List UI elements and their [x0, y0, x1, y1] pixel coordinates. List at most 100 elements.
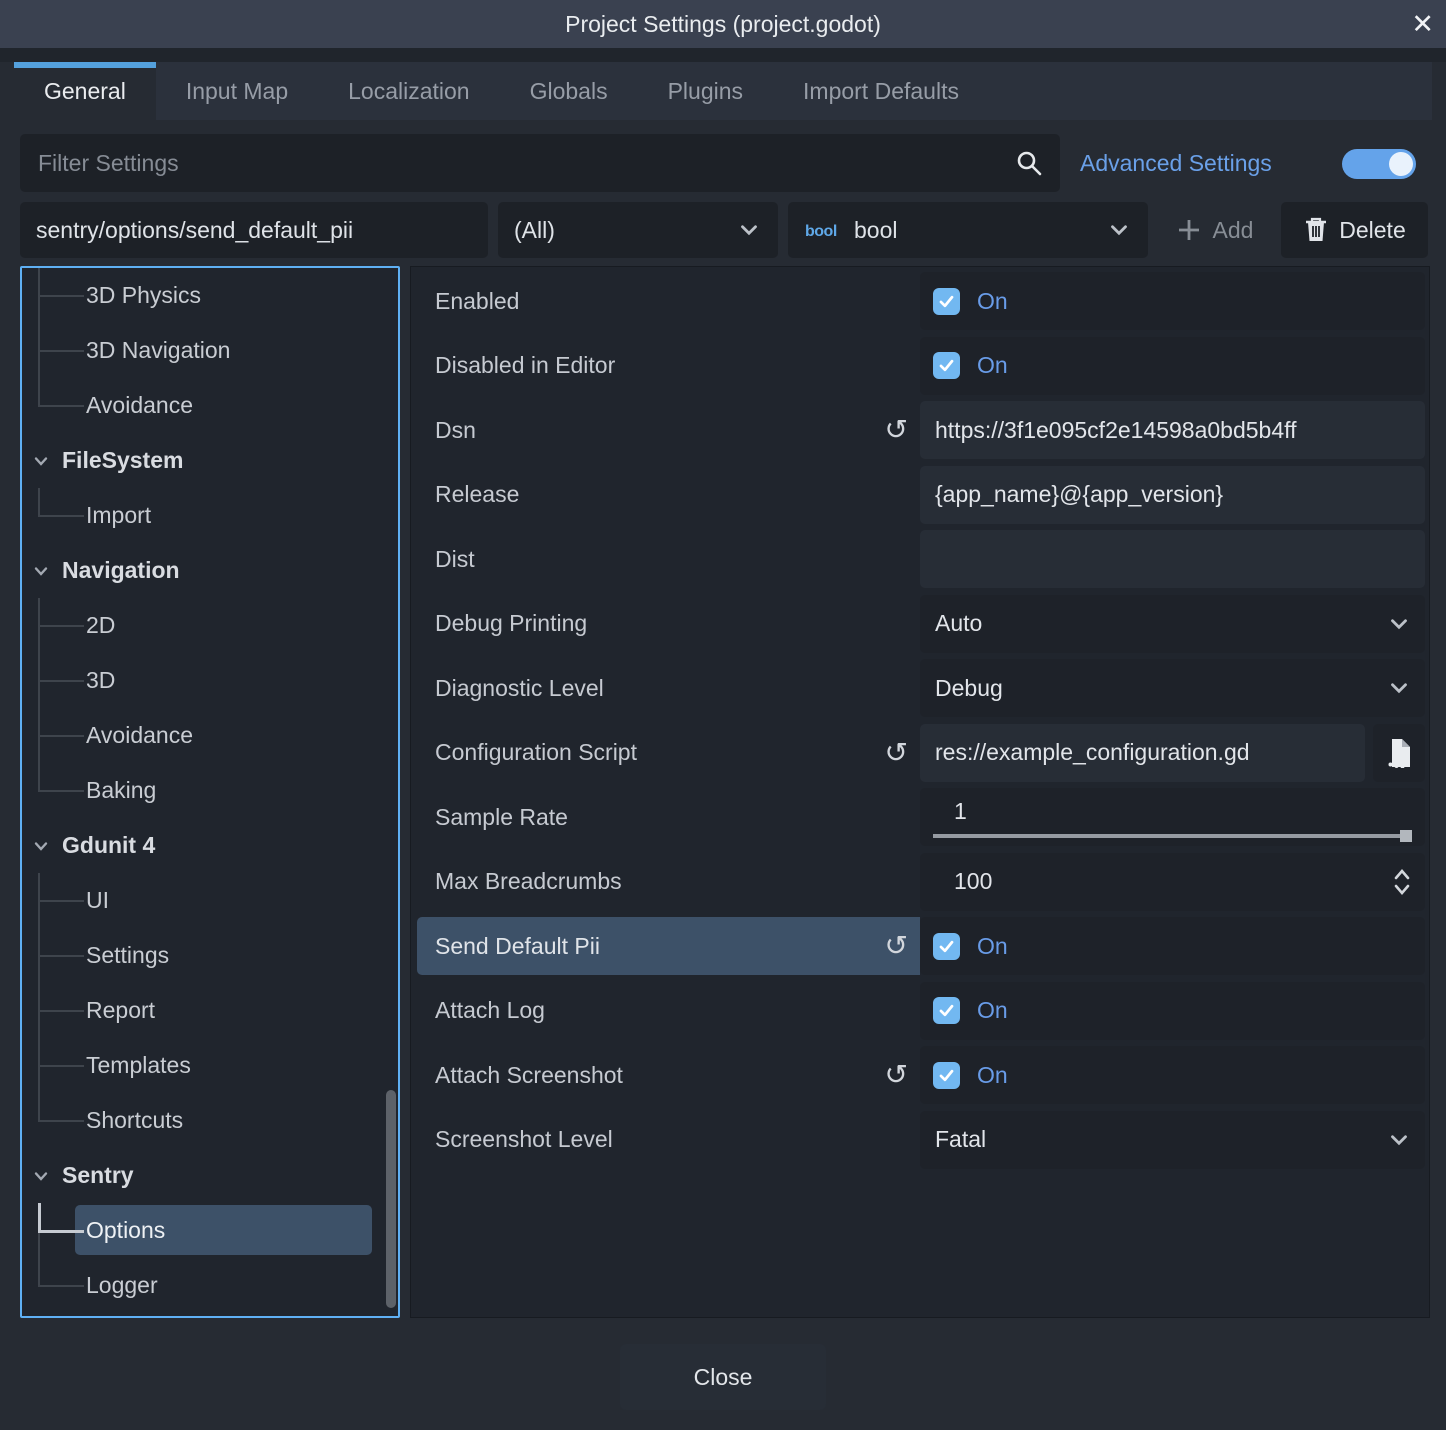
- text-field[interactable]: {app_name}@{app_version}: [920, 466, 1425, 524]
- chevron-down-icon: [32, 562, 50, 580]
- project-settings-dialog: Project Settings (project.godot) ✕ Gener…: [0, 0, 1446, 1430]
- text-field[interactable]: https://3f1e095cf2e14598a0bd5b4ff: [920, 401, 1425, 459]
- spinbox-field[interactable]: 100: [920, 853, 1425, 911]
- setting-row-configuration-script: Configuration Script ↺ res://example_conf…: [417, 724, 1425, 782]
- close-icon[interactable]: ✕: [1411, 0, 1434, 48]
- tree-item-2d[interactable]: 2D: [22, 598, 398, 653]
- tree-item-report[interactable]: Report: [22, 983, 398, 1038]
- slider-track[interactable]: [933, 834, 1410, 838]
- spinbox-updown-icon[interactable]: [1391, 866, 1413, 898]
- delete-label: Delete: [1339, 217, 1405, 244]
- checkbox-field[interactable]: On: [920, 337, 1425, 395]
- setting-label: Attach Log: [435, 997, 545, 1024]
- revert-icon[interactable]: ↺: [885, 1061, 908, 1089]
- script-file-icon: [1386, 738, 1412, 768]
- text-field[interactable]: [920, 530, 1425, 588]
- tree-item-avoidance[interactable]: Avoidance: [22, 378, 398, 433]
- delete-property-button[interactable]: Delete: [1281, 202, 1428, 258]
- feature-filter-dropdown[interactable]: (All): [498, 202, 778, 258]
- script-path-value: res://example_configuration.gd: [935, 739, 1250, 766]
- advanced-settings-toggle[interactable]: [1342, 149, 1416, 179]
- dropdown-value: Debug: [935, 675, 1003, 702]
- tree-item-3d[interactable]: 3D: [22, 653, 398, 708]
- setting-row-enabled: Enabled On: [417, 272, 1425, 330]
- checkbox-checked-icon[interactable]: [933, 997, 960, 1024]
- tree-item-3d-navigation[interactable]: 3D Navigation: [22, 323, 398, 378]
- tree-item-options[interactable]: Options: [22, 1203, 398, 1258]
- checkbox-checked-icon[interactable]: [933, 933, 960, 960]
- tree-section-filesystem[interactable]: FileSystem: [22, 433, 398, 488]
- tree-item-logger[interactable]: Logger: [22, 1258, 398, 1313]
- tree-item-avoidance-2[interactable]: Avoidance: [22, 708, 398, 763]
- tab-globals[interactable]: Globals: [500, 62, 638, 120]
- tree-item-shortcuts[interactable]: Shortcuts: [22, 1093, 398, 1148]
- tree-item-import[interactable]: Import: [22, 488, 398, 543]
- slider-grabber[interactable]: [1400, 830, 1412, 842]
- checkbox-state-label: On: [977, 352, 1008, 379]
- close-button[interactable]: Close: [620, 1344, 826, 1410]
- checkbox-field[interactable]: On: [920, 982, 1425, 1040]
- tab-import-defaults[interactable]: Import Defaults: [773, 62, 989, 120]
- text-field-value: {app_name}@{app_version}: [935, 481, 1223, 508]
- setting-label: Sample Rate: [435, 804, 568, 831]
- script-path-field[interactable]: res://example_configuration.gd: [920, 724, 1365, 782]
- filter-settings-input[interactable]: [20, 134, 1060, 192]
- tab-plugins[interactable]: Plugins: [638, 62, 773, 120]
- search-icon: [1014, 148, 1044, 178]
- checkbox-field[interactable]: On: [920, 1046, 1425, 1104]
- tab-localization[interactable]: Localization: [318, 62, 499, 120]
- chevron-down-icon: [736, 217, 762, 243]
- type-dropdown[interactable]: bool bool: [788, 202, 1148, 258]
- edit-script-button[interactable]: [1373, 724, 1425, 782]
- setting-label: Debug Printing: [435, 610, 587, 637]
- add-property-button[interactable]: Add: [1158, 202, 1270, 258]
- setting-label: Diagnostic Level: [435, 675, 604, 702]
- chevron-down-icon: [32, 1167, 50, 1185]
- checkbox-checked-icon[interactable]: [933, 1062, 960, 1089]
- tree-item-templates[interactable]: Templates: [22, 1038, 398, 1093]
- checkbox-state-label: On: [977, 1062, 1008, 1089]
- feature-filter-value: (All): [514, 217, 555, 244]
- chevron-down-icon: [32, 837, 50, 855]
- settings-inspector: Enabled On Disabled in Editor On Dsn↺ ht…: [410, 266, 1430, 1318]
- checkbox-checked-icon[interactable]: [933, 288, 960, 315]
- dropdown-field[interactable]: Fatal: [920, 1111, 1425, 1169]
- plus-icon: [1175, 216, 1203, 244]
- checkbox-field[interactable]: On: [920, 917, 1425, 975]
- tab-general[interactable]: General: [14, 62, 156, 120]
- setting-label: Configuration Script: [435, 739, 637, 766]
- checkbox-checked-icon[interactable]: [933, 352, 960, 379]
- setting-row-sample-rate: Sample Rate 1: [417, 788, 1425, 846]
- tree-scrollbar-thumb[interactable]: [386, 1090, 396, 1308]
- tree-item-3d-physics[interactable]: 3D Physics: [22, 268, 398, 323]
- setting-row-screenshot-level: Screenshot Level Fatal: [417, 1111, 1425, 1169]
- chevron-down-icon: [1386, 1127, 1412, 1153]
- checkbox-state-label: On: [977, 288, 1008, 315]
- dropdown-field[interactable]: Debug: [920, 659, 1425, 717]
- tree-item-settings[interactable]: Settings: [22, 928, 398, 983]
- revert-icon[interactable]: ↺: [885, 739, 908, 767]
- dropdown-value: Fatal: [935, 1126, 986, 1153]
- dropdown-field[interactable]: Auto: [920, 595, 1425, 653]
- chevron-down-icon: [1386, 611, 1412, 637]
- setting-row-debug-printing: Debug Printing Auto: [417, 595, 1425, 653]
- property-path-input[interactable]: [20, 202, 488, 258]
- tree-section-navigation[interactable]: Navigation: [22, 543, 398, 598]
- dropdown-value: Auto: [935, 610, 982, 637]
- tree-section-sentry[interactable]: Sentry: [22, 1148, 398, 1203]
- revert-icon[interactable]: ↺: [885, 932, 908, 960]
- highlighted-setting-label-area[interactable]: Send Default Pii↺: [417, 917, 920, 975]
- checkbox-field[interactable]: On: [920, 272, 1425, 330]
- tree-item-ui[interactable]: UI: [22, 873, 398, 928]
- setting-row-dsn: Dsn↺ https://3f1e095cf2e14598a0bd5b4ff: [417, 401, 1425, 459]
- tree-section-gdunit4[interactable]: Gdunit 4: [22, 818, 398, 873]
- setting-label: Screenshot Level: [435, 1126, 613, 1153]
- slider-field[interactable]: 1: [920, 788, 1425, 846]
- setting-row-release: Release {app_name}@{app_version}: [417, 466, 1425, 524]
- setting-row-disabled-in-editor: Disabled in Editor On: [417, 337, 1425, 395]
- checkbox-state-label: On: [977, 933, 1008, 960]
- revert-icon[interactable]: ↺: [885, 416, 908, 444]
- tree-item-baking[interactable]: Baking: [22, 763, 398, 818]
- tab-input-map[interactable]: Input Map: [156, 62, 318, 120]
- setting-label: Disabled in Editor: [435, 352, 615, 379]
